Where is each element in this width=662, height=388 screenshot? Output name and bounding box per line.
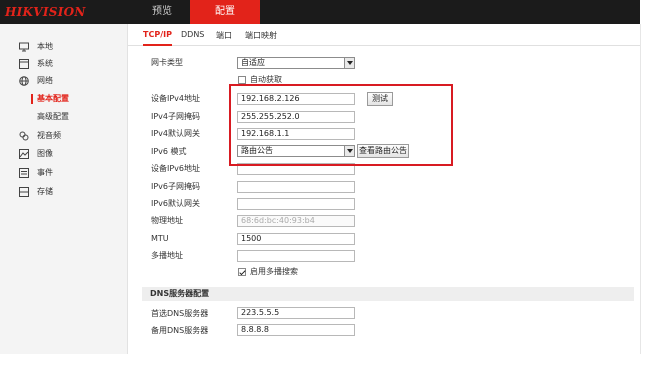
nic-type-select[interactable]: 自适应 (237, 57, 355, 69)
nic-type-label: 网卡类型 (151, 58, 183, 67)
subtab-bar: TCP/IP DDNS 端口 端口映射 (128, 24, 640, 46)
mac-address-label: 物理地址 (151, 216, 183, 225)
dns2-field[interactable]: 8.8.8.8 (237, 324, 355, 336)
globe-icon (19, 76, 29, 86)
sidebar-item-event[interactable]: 事件 (0, 165, 128, 181)
tab-preview[interactable]: 预览 (137, 0, 187, 24)
dns1-label: 首选DNS服务器 (151, 309, 209, 318)
sidebar-item-label: 网络 (37, 76, 53, 85)
storage-icon (19, 187, 29, 197)
tab-config[interactable]: 配置 (190, 0, 260, 24)
sidebar-item-advanced-config[interactable]: 高级配置 (0, 109, 128, 125)
sidebar-item-basic-config[interactable]: 基本配置 (0, 91, 128, 107)
ipv6-mode-label: IPv6 模式 (151, 147, 187, 156)
dns1-field[interactable]: 223.5.5.5 (237, 307, 355, 319)
dns-section-title: DNS服务器配置 (150, 289, 210, 298)
sidebar-item-image[interactable]: 图像 (0, 146, 128, 162)
monitor-icon (19, 42, 29, 52)
tab-tcpip[interactable]: TCP/IP (143, 30, 172, 46)
tab-ddns[interactable]: DDNS (181, 30, 204, 46)
multicast-search-checkbox[interactable] (238, 268, 246, 276)
active-indicator (31, 94, 33, 104)
sidebar-item-label: 本地 (37, 42, 53, 51)
chevron-down-icon[interactable] (344, 58, 354, 68)
event-icon (19, 168, 29, 178)
multicast-address-field[interactable] (237, 250, 355, 262)
top-bar: HIKVISION 预览 配置 (0, 0, 640, 24)
sidebar-item-label: 视音频 (37, 131, 61, 140)
sidebar-item-label: 系统 (37, 59, 53, 68)
sidebar-item-storage[interactable]: 存储 (0, 184, 128, 200)
sidebar-item-label: 图像 (37, 149, 53, 158)
ipv6-gateway-label: IPv6默认网关 (151, 199, 201, 208)
mtu-field[interactable]: 1500 (237, 233, 355, 245)
mac-address-field: 68:6d:bc:40:93:b4 (237, 215, 355, 227)
tab-port-mapping[interactable]: 端口映射 (245, 30, 277, 46)
right-divider (640, 24, 641, 354)
dns-section-header (142, 287, 634, 301)
sidebar-item-audio-video[interactable]: 视音频 (0, 128, 128, 144)
nic-type-value: 自适应 (241, 58, 265, 67)
tab-port[interactable]: 端口 (216, 30, 232, 46)
mtu-label: MTU (151, 234, 169, 243)
ipv4-mask-label: IPv4子网掩码 (151, 112, 201, 121)
ipv6-mask-label: IPv6子网掩码 (151, 182, 201, 191)
dhcp-checkbox[interactable] (238, 76, 246, 84)
hikvision-logo: HIKVISION (5, 5, 86, 19)
image-icon (19, 149, 29, 159)
sidebar-item-system[interactable]: 系统 (0, 56, 128, 72)
sidebar: 本地 系统 网络 基本配置 高级配置 视音频 图像 事件 存储 (0, 24, 128, 354)
audio-video-icon (19, 131, 29, 141)
ipv6-gateway-field[interactable] (237, 198, 355, 210)
multicast-address-label: 多播地址 (151, 251, 183, 260)
ipv4-address-label: 设备IPv4地址 (151, 94, 201, 103)
sidebar-item-label: 高级配置 (37, 112, 69, 121)
sidebar-item-local[interactable]: 本地 (0, 39, 128, 55)
multicast-search-label: 启用多播搜索 (250, 267, 298, 276)
sidebar-item-network[interactable]: 网络 (0, 73, 128, 89)
sidebar-item-label: 存储 (37, 187, 53, 196)
dns2-label: 备用DNS服务器 (151, 326, 209, 335)
sidebar-item-label: 事件 (37, 168, 53, 177)
ipv6-address-label: 设备IPv6地址 (151, 164, 201, 173)
sidebar-item-label: 基本配置 (37, 94, 69, 103)
ipv6-mask-field[interactable] (237, 181, 355, 193)
system-icon (19, 59, 29, 69)
ipv4-gateway-label: IPv4默认网关 (151, 129, 201, 138)
highlight-box (229, 84, 453, 166)
